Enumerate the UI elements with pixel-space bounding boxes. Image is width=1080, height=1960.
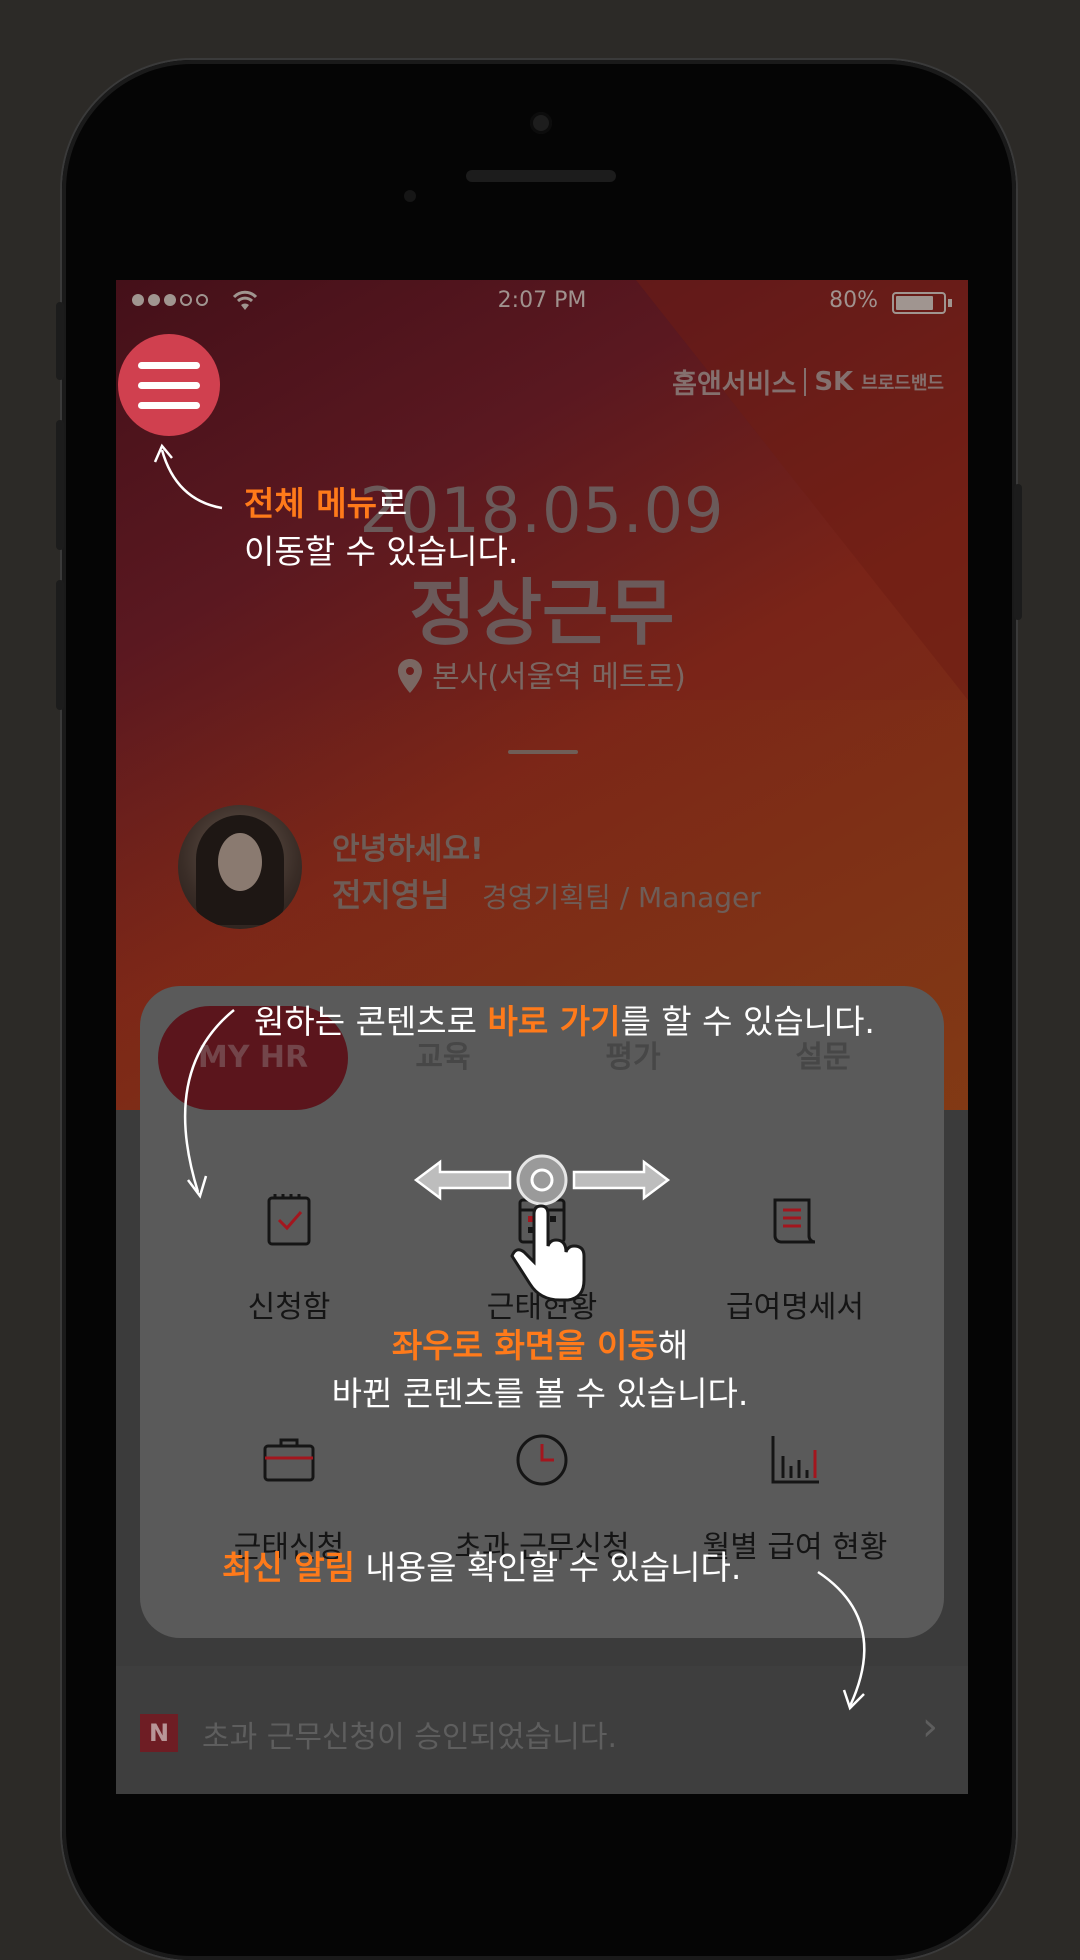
menu-item-label: 근태현황 — [486, 1290, 598, 1325]
chevron-right-icon[interactable]: › — [922, 1704, 938, 1750]
guide-tip-swipe: 좌우로 화면을 이동해 바뀐 콘텐츠를 볼 수 있습니다. — [0, 1322, 1080, 1418]
front-camera — [530, 112, 552, 134]
status-bar: 2:07 PM 80% — [116, 280, 968, 324]
mute-switch — [56, 302, 64, 380]
sk-broadband-text: 브로드밴드 — [861, 372, 944, 394]
battery-percentage: 80% — [829, 288, 878, 313]
guide-text: 를 할 수 있습니다. — [620, 1002, 875, 1041]
bar-chart-icon — [771, 1436, 819, 1484]
volume-up-button — [56, 420, 64, 550]
location-text: 본사(서울역 메트로) — [432, 660, 686, 695]
greeting-text: 안녕하세요! — [332, 832, 484, 867]
proximity-sensor — [404, 190, 416, 202]
battery-icon — [892, 292, 946, 314]
clipboard-check-icon — [267, 1194, 311, 1246]
battery-tip — [948, 299, 952, 307]
brand-name: 홈앤서비스 — [672, 369, 797, 400]
calendar-icon — [518, 1198, 566, 1244]
guide-highlight: 최신 알림 — [222, 1548, 355, 1587]
menu-item-label: 신청함 — [247, 1290, 331, 1325]
guide-text: 로 — [376, 484, 408, 523]
menu-item-attendance[interactable]: 근태현황 — [417, 1192, 667, 1326]
brand-logo: 홈앤서비스 SK 브로드밴드 — [672, 362, 944, 401]
clock-icon — [516, 1434, 568, 1486]
guide-tip-notification: 최신 알림 내용을 확인할 수 있습니다. — [222, 1544, 741, 1592]
user-department: 경영기획팀 / Manager — [482, 881, 761, 914]
volume-down-button — [56, 580, 64, 710]
user-name: 전지영님 — [332, 876, 450, 914]
document-icon — [773, 1198, 816, 1244]
guide-highlight: 전체 메뉴 — [244, 484, 377, 523]
hero-divider — [508, 750, 578, 754]
sk-logo-text: SK — [814, 366, 854, 397]
content-card: MY HR 교육 평가 설문 신청함 근태현황 급여명세서 근태신청 초과 근무… — [140, 986, 944, 1638]
guide-tip-shortcut: 원하는 콘텐츠로 바로 가기를 할 수 있습니다. — [254, 998, 875, 1046]
guide-highlight: 바로 가기 — [487, 1002, 621, 1041]
earpiece-speaker — [466, 170, 616, 182]
briefcase-icon — [263, 1438, 315, 1482]
menu-item-requests[interactable]: 신청함 — [164, 1192, 414, 1326]
attendance-location: 본사(서울역 메트로) — [116, 652, 968, 696]
guide-text: 해 — [657, 1326, 689, 1365]
new-badge: N — [140, 1714, 178, 1752]
guide-tip-menu: 전체 메뉴로 이동할 수 있습니다. — [244, 480, 518, 576]
guide-text: 바뀐 콘텐츠를 볼 수 있습니다. — [331, 1374, 749, 1413]
power-button — [1014, 484, 1022, 620]
guide-text: 내용을 확인할 수 있습니다. — [354, 1548, 742, 1587]
menu-item-payslip[interactable]: 급여명세서 — [670, 1192, 920, 1326]
guide-highlight: 좌우로 화면을 이동 — [391, 1326, 658, 1365]
hamburger-menu-button[interactable] — [118, 334, 220, 436]
location-pin-icon — [398, 659, 423, 693]
avatar[interactable] — [178, 805, 302, 929]
guide-text: 원하는 콘텐츠로 — [254, 1002, 488, 1041]
menu-item-label: 급여명세서 — [726, 1290, 864, 1325]
notification-text[interactable]: 초과 근무신청이 승인되었습니다. — [202, 1712, 617, 1756]
guide-text: 이동할 수 있습니다. — [244, 532, 519, 571]
